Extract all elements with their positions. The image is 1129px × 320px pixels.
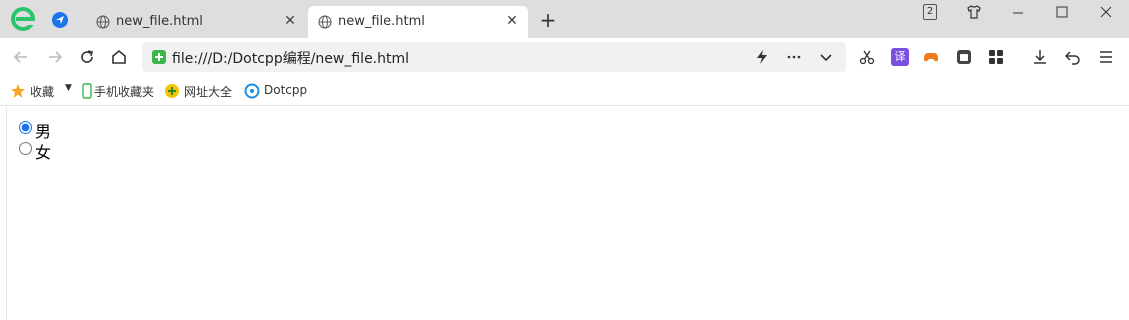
- more-icon[interactable]: [786, 49, 802, 65]
- globe-icon: [318, 15, 332, 29]
- close-icon[interactable]: ✕: [282, 13, 298, 29]
- gamepad-icon[interactable]: [922, 48, 940, 66]
- radio-female[interactable]: [19, 142, 32, 155]
- radio-option-male[interactable]: 男: [19, 117, 79, 141]
- close-icon[interactable]: ✕: [504, 13, 520, 29]
- maximize-icon[interactable]: [1052, 3, 1072, 23]
- tab-new-file-1[interactable]: new_file.html ✕: [86, 6, 306, 38]
- forward-icon[interactable]: [46, 48, 64, 66]
- bookmark-directory[interactable]: 网址大全: [164, 82, 240, 100]
- radio-label: 女: [35, 143, 52, 162]
- tab-strip: new_file.html ✕ new_file.html ✕ + 2: [0, 0, 1129, 38]
- address-url[interactable]: file:///D:/Dotcpp编程/new_file.html: [172, 48, 409, 68]
- star-icon: [11, 84, 25, 98]
- radio-option-female[interactable]: 女: [19, 138, 79, 162]
- tab-title: new_file.html: [116, 14, 203, 29]
- bookmarks-bar: 收藏 ▼ 手机收藏夹 网址大全 Dotcpp: [0, 76, 1129, 106]
- send-icon[interactable]: [52, 12, 68, 28]
- address-bar[interactable]: file:///D:/Dotcpp编程/new_file.html: [142, 42, 846, 72]
- download-icon[interactable]: [1031, 48, 1049, 66]
- tab-new-file-2[interactable]: new_file.html ✕: [308, 6, 528, 38]
- caret-down-icon[interactable]: ▼: [65, 83, 72, 93]
- cat-shield-icon[interactable]: [955, 48, 973, 66]
- undo-icon[interactable]: [1064, 48, 1082, 66]
- bookmark-label: 收藏: [30, 85, 55, 99]
- plus-circle-icon: [165, 84, 179, 98]
- bookmark-label: Dotcpp: [264, 83, 308, 97]
- bookmark-label: 网址大全: [184, 85, 233, 99]
- secure-shield-icon[interactable]: [152, 50, 166, 64]
- radio-male[interactable]: [19, 121, 32, 134]
- back-icon[interactable]: [12, 48, 30, 66]
- navigation-toolbar: file:///D:/Dotcpp编程/new_file.html 译: [0, 38, 1129, 76]
- translate-icon[interactable]: 译: [891, 48, 909, 66]
- reload-icon[interactable]: [78, 48, 96, 66]
- dotcpp-logo-icon: [244, 83, 260, 99]
- bookmark-dotcpp[interactable]: Dotcpp: [244, 82, 310, 100]
- minimize-icon[interactable]: [1008, 3, 1028, 23]
- lightning-icon[interactable]: [754, 49, 770, 65]
- chevron-down-icon[interactable]: [818, 49, 834, 65]
- menu-icon[interactable]: [1097, 48, 1115, 66]
- browser-logo-icon[interactable]: [10, 6, 36, 32]
- home-icon[interactable]: [110, 48, 128, 66]
- scissors-icon[interactable]: [858, 48, 876, 66]
- bookmark-mobile[interactable]: 手机收藏夹: [79, 82, 159, 100]
- bookmark-label: 手机收藏夹: [94, 85, 155, 99]
- bookmark-favorites[interactable]: 收藏 ▼: [10, 82, 76, 100]
- globe-icon: [96, 15, 110, 29]
- new-tab-button[interactable]: +: [538, 10, 558, 30]
- window-close-icon[interactable]: [1096, 3, 1116, 23]
- skin-shirt-icon[interactable]: [966, 4, 982, 20]
- window-count-badge[interactable]: 2: [923, 4, 937, 20]
- tab-title: new_file.html: [338, 14, 425, 29]
- page-content: 男 女: [6, 107, 1129, 320]
- apps-grid-icon[interactable]: [987, 48, 1005, 66]
- phone-icon: [82, 83, 92, 99]
